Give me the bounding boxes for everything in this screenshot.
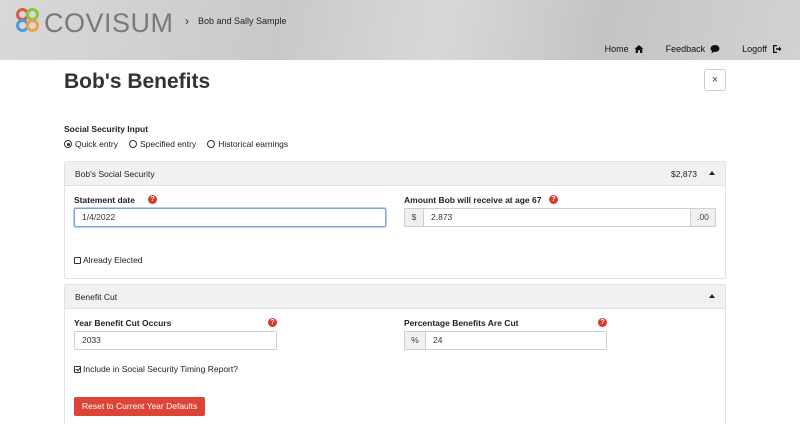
radio-unselected-icon <box>129 140 137 148</box>
percentage-cut-label: Percentage Benefits Are Cut <box>404 318 519 328</box>
social-security-panel: Bob's Social Security $2,873 Statement d… <box>64 161 726 279</box>
social-security-panel-header[interactable]: Bob's Social Security $2,873 <box>65 162 725 186</box>
year-cut-input[interactable]: 2033 <box>74 331 277 350</box>
ss-input-label: Social Security Input <box>64 124 149 134</box>
radio-specified-entry[interactable]: Specified entry <box>129 139 196 149</box>
already-elected-checkbox[interactable]: Already Elected <box>74 255 143 265</box>
checkbox-unchecked-icon <box>74 256 81 264</box>
statement-date-input[interactable]: 1/4/2022 <box>74 208 386 227</box>
receive-amount-input[interactable]: 2,873 <box>423 208 691 227</box>
help-icon[interactable]: ? <box>148 195 157 204</box>
radio-selected-icon <box>64 140 72 148</box>
radio-quick-entry-label: Quick entry <box>75 139 118 149</box>
nav-home-label: Home <box>604 44 629 54</box>
currency-addon: $ <box>404 208 424 227</box>
radio-historical-earnings-label: Historical earnings <box>218 139 289 149</box>
ss-input-options: Quick entry Specified entry Historical e… <box>64 139 288 149</box>
help-icon[interactable]: ? <box>549 195 558 204</box>
app-header: COVISUM › Bob and Sally Sample Home Feed… <box>0 0 800 60</box>
page-title: Bob's Benefits <box>64 70 211 93</box>
covisum-logo-icon[interactable] <box>16 8 42 36</box>
help-icon[interactable]: ? <box>268 318 277 327</box>
panel-title: Benefit Cut <box>75 291 118 302</box>
logout-icon <box>773 45 782 53</box>
close-button[interactable]: × <box>704 69 726 91</box>
cents-addon: .00 <box>690 208 716 227</box>
percent-addon: % <box>404 331 426 350</box>
collapse-caret-icon[interactable] <box>709 294 715 298</box>
receive-amount-label: Amount Bob will receive at age 67 <box>404 195 542 205</box>
help-icon[interactable]: ? <box>598 318 607 327</box>
radio-quick-entry[interactable]: Quick entry <box>64 139 118 149</box>
nav-logoff-label: Logoff <box>742 44 767 54</box>
benefit-cut-panel: Benefit Cut Year Benefit Cut Occurs ? 20… <box>64 284 726 424</box>
radio-unselected-icon <box>207 140 216 148</box>
include-timing-report-checkbox[interactable]: Include in Social Security Timing Report… <box>74 364 238 374</box>
nav-feedback-label: Feedback <box>665 44 706 54</box>
home-icon <box>634 45 644 53</box>
nav-feedback[interactable]: Feedback <box>666 44 721 54</box>
already-elected-label: Already Elected <box>83 255 143 265</box>
comment-icon <box>710 45 720 54</box>
radio-historical-earnings[interactable]: Historical earnings <box>207 139 288 149</box>
collapse-caret-icon[interactable] <box>709 171 715 175</box>
reset-defaults-button[interactable]: Reset to Current Year Defaults <box>74 397 206 416</box>
benefit-cut-panel-header[interactable]: Benefit Cut <box>65 285 725 309</box>
radio-specified-entry-label: Specified entry <box>140 139 197 149</box>
include-timing-report-label: Include in Social Security Timing Report… <box>83 364 238 374</box>
percentage-cut-input[interactable]: 24 <box>425 331 607 350</box>
breadcrumb-chevron-icon: › <box>185 14 189 28</box>
top-nav: Home Feedback Logoff <box>605 44 782 54</box>
brand-name[interactable]: COVISUM <box>44 8 174 39</box>
panel-title: Bob's Social Security <box>75 168 155 179</box>
breadcrumb[interactable]: Bob and Sally Sample <box>198 16 287 26</box>
year-cut-label: Year Benefit Cut Occurs <box>74 318 172 328</box>
checkbox-checked-icon <box>74 365 81 373</box>
nav-home[interactable]: Home <box>605 44 644 54</box>
nav-logoff[interactable]: Logoff <box>742 44 782 54</box>
ss-amount: $2,873 <box>671 168 697 179</box>
statement-date-label: Statement date <box>74 195 135 205</box>
